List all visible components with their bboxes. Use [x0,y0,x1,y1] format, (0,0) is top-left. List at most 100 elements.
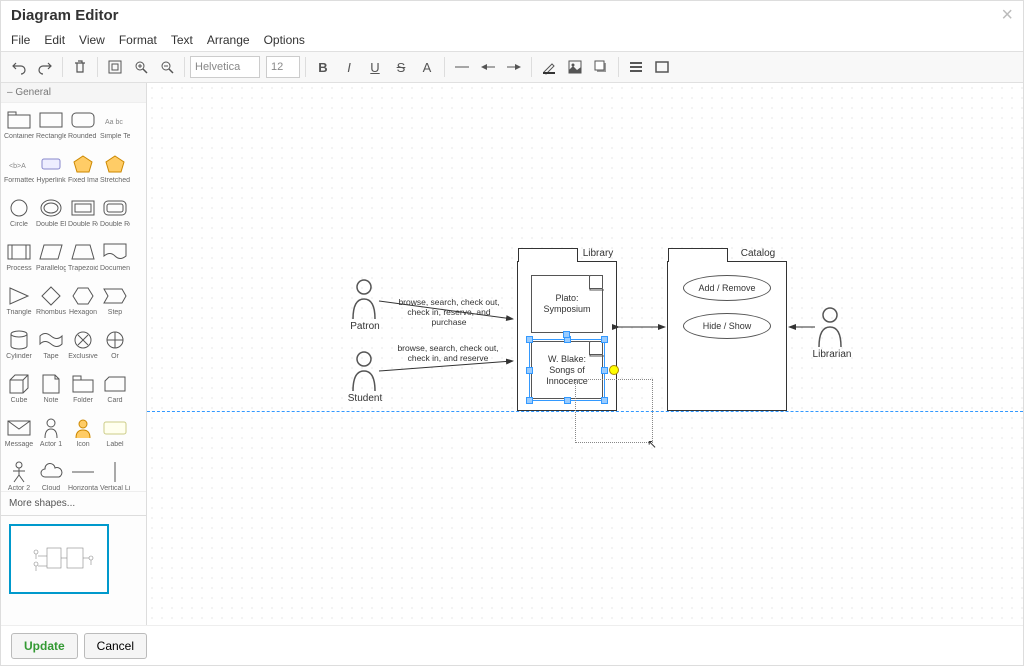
shape-exclusive[interactable]: Exclusive [67,327,99,371]
cursor-icon: ↖ [647,437,657,451]
menu-view[interactable]: View [79,33,105,47]
shape-or[interactable]: Or [99,327,131,371]
shape-trapezoid[interactable]: Trapezoid [67,239,99,283]
shape-simple-text[interactable]: Aa bcSimple Te [99,107,131,151]
actor-student-label: Student [343,393,387,404]
shape-triangle[interactable]: Triangle [3,283,35,327]
shape-container[interactable]: Container [3,107,35,151]
close-icon[interactable]: × [1001,4,1013,27]
shape-vertical[interactable]: Vertical Li [99,459,131,491]
outline-panel [1,515,146,625]
shape-double-re[interactable]: Double Re [67,195,99,239]
shape-rhombus[interactable]: Rhombus [35,283,67,327]
resize-handle-w[interactable] [526,367,533,374]
folder-tab-icon [668,248,728,262]
window-title: Diagram Editor [11,7,119,24]
usecase-hide-show[interactable]: Hide / Show [683,313,771,339]
delete-button[interactable] [68,55,92,79]
align-button[interactable] [624,55,648,79]
menu-format[interactable]: Format [119,33,157,47]
actor-patron[interactable] [351,279,377,322]
shape-step[interactable]: Step [99,283,131,327]
footer: Update Cancel [1,625,1023,665]
shape-fixed-img[interactable]: Fixed Ima [67,151,99,195]
zoom-in-button[interactable] [129,55,153,79]
palette-section-general[interactable]: General [1,83,146,103]
rotate-handle[interactable] [609,365,619,375]
shape-tape[interactable]: Tape [35,327,67,371]
usecase-add-remove-text: Add / Remove [698,283,755,293]
outline-page-1[interactable] [9,524,109,594]
shape-cube[interactable]: Cube [3,371,35,415]
usecase-add-remove[interactable]: Add / Remove [683,275,771,301]
connection-point[interactable] [563,331,570,338]
shape-label[interactable]: Label [99,415,131,459]
shape-rectangle[interactable]: Rectangle [35,107,67,151]
shape-circle[interactable]: Circle [3,195,35,239]
resize-handle-sw[interactable] [526,397,533,404]
line-color-button[interactable] [537,55,561,79]
more-shapes-link[interactable]: More shapes... [1,491,146,515]
canvas-area[interactable]: Library Catalog Plato: Symposium W. Blak… [147,83,1023,625]
zoom-out-button[interactable] [155,55,179,79]
shape-document[interactable]: Document [99,239,131,283]
resize-handle-s[interactable] [564,397,571,404]
shape-parallelogram[interactable]: Parallelog [35,239,67,283]
cancel-button[interactable]: Cancel [84,633,147,659]
container-catalog-label: Catalog [730,248,786,259]
actor-patron-label: Patron [345,321,385,332]
strike-button[interactable]: S [389,55,413,79]
menu-text[interactable]: Text [171,33,193,47]
font-color-button[interactable]: A [415,55,439,79]
actor-librarian[interactable] [817,307,843,350]
resize-handle-ne[interactable] [601,336,608,343]
fill-color-button[interactable] [563,55,587,79]
shape-formatted[interactable]: <b>AFormatted [3,151,35,195]
actor-librarian-label: Librarian [807,349,857,360]
shape-cloud[interactable]: Cloud [35,459,67,491]
shadow-button[interactable] [589,55,613,79]
shape-stretched[interactable]: Stretched [99,151,131,195]
shape-process[interactable]: Process [3,239,35,283]
connector-button[interactable] [450,55,474,79]
toolbar: B I U S A [1,51,1023,83]
shape-double-ell[interactable]: Double Ell [35,195,67,239]
menu-file[interactable]: File [11,33,30,47]
page-plato[interactable]: Plato: Symposium [531,275,603,333]
undo-button[interactable] [7,55,31,79]
menu-edit[interactable]: Edit [44,33,65,47]
shape-actor2[interactable]: Actor 2 [3,459,35,491]
shape-card[interactable]: Card [99,371,131,415]
shape-hyperlink[interactable]: Hyperlink [35,151,67,195]
resize-handle-nw[interactable] [526,336,533,343]
shape-actor1[interactable]: Actor 1 [35,415,67,459]
menu-options[interactable]: Options [264,33,305,47]
shape-hexagon[interactable]: Hexagon [67,283,99,327]
shape-message[interactable]: Message [3,415,35,459]
font-family-input[interactable] [190,56,260,78]
resize-handle-e[interactable] [601,367,608,374]
shape-folder[interactable]: Folder [67,371,99,415]
arrow-start-button[interactable] [476,55,500,79]
redo-button[interactable] [33,55,57,79]
page-plato-text: Plato: Symposium [532,276,602,332]
shape-note[interactable]: Note [35,371,67,415]
arrow-end-button[interactable] [502,55,526,79]
font-size-input[interactable] [266,56,300,78]
menu-bar: File Edit View Format Text Arrange Optio… [1,29,1023,51]
shape-rounded[interactable]: Rounded R [67,107,99,151]
shape-horizontal[interactable]: Horizontal [67,459,99,491]
shape-icon[interactable]: Icon [67,415,99,459]
menu-arrange[interactable]: Arrange [207,33,250,47]
zoom-fit-button[interactable] [103,55,127,79]
sidebar: General ContainerRectangleRounded RAa bc… [1,83,147,625]
update-button[interactable]: Update [11,633,78,659]
fullscreen-button[interactable] [650,55,674,79]
svg-text:Aa bc: Aa bc [105,119,123,126]
italic-button[interactable]: I [337,55,361,79]
shape-double-ro[interactable]: Double Ro [99,195,131,239]
underline-button[interactable]: U [363,55,387,79]
bold-button[interactable]: B [311,55,335,79]
shape-cylinder[interactable]: Cylinder [3,327,35,371]
actor-student[interactable] [351,351,377,394]
